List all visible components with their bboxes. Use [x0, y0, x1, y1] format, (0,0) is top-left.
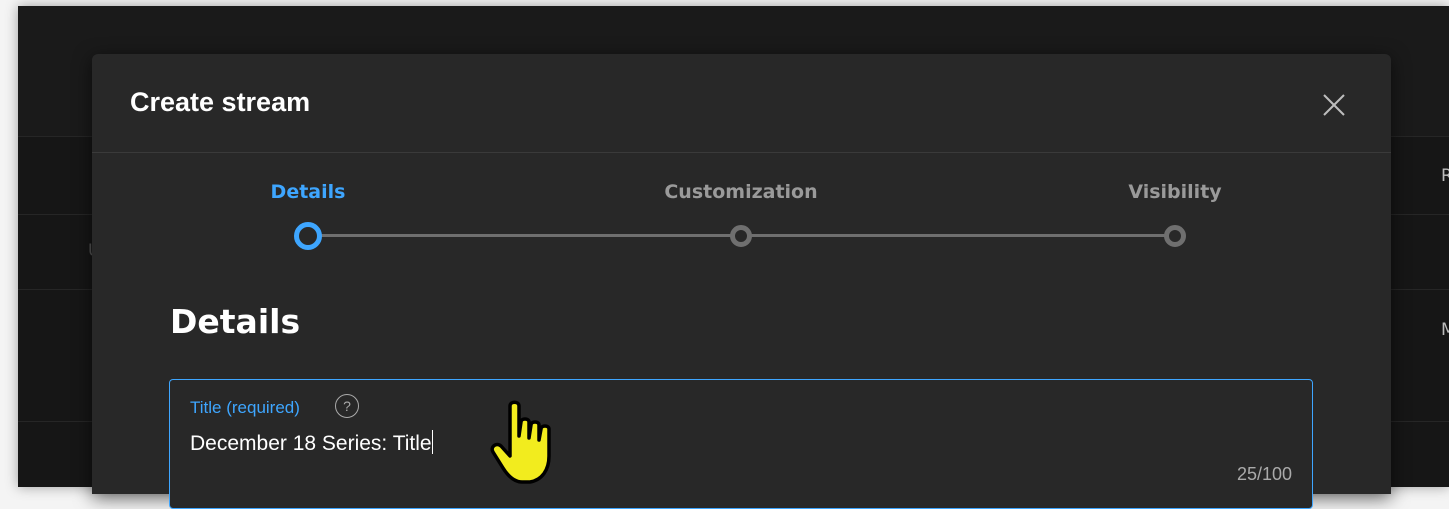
close-icon — [1323, 94, 1345, 116]
bg-column-letter: M — [1441, 320, 1449, 340]
step-visibility-dot[interactable] — [1164, 225, 1186, 247]
create-stream-dialog: Create stream Details Customization Visi… — [92, 54, 1391, 509]
close-button[interactable] — [1317, 88, 1351, 122]
section-heading: Details — [170, 302, 301, 341]
bg-column-letter: R — [1441, 166, 1449, 186]
title-text: December 18 Series: Title — [190, 432, 432, 455]
step-details-label[interactable]: Details — [271, 181, 346, 203]
step-customization-label[interactable]: Customization — [664, 181, 817, 203]
step-details-dot[interactable] — [294, 222, 322, 250]
character-count: 25/100 — [1236, 464, 1292, 484]
hand-pointer-icon — [490, 400, 551, 484]
title-field-value[interactable]: December 18 Series: Title — [190, 430, 433, 456]
help-circle-icon[interactable]: ? — [335, 394, 359, 418]
dialog-title: Create stream — [130, 87, 311, 117]
dialog-header-divider — [92, 152, 1391, 153]
step-visibility-label[interactable]: Visibility — [1128, 181, 1221, 203]
title-input[interactable]: Title (required) ? December 18 Series: T… — [169, 379, 1313, 509]
step-customization-dot[interactable] — [730, 225, 752, 247]
text-caret — [431, 430, 433, 454]
title-field-label: Title (required) — [190, 398, 300, 417]
